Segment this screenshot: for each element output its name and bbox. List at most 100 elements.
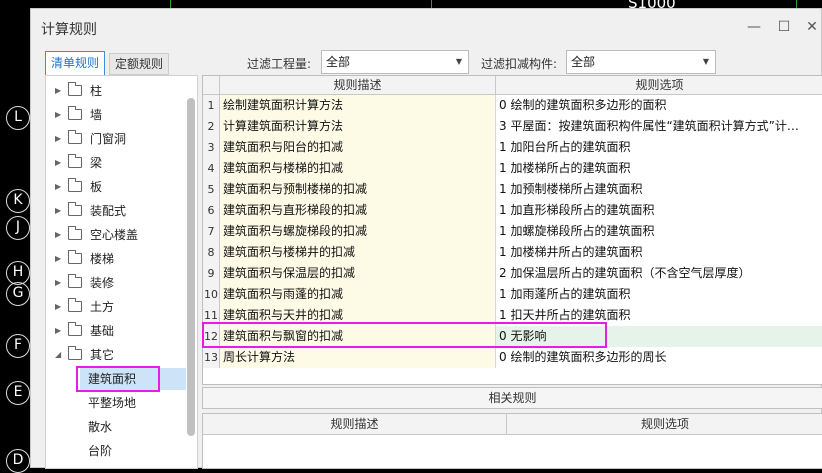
tree-child-steps[interactable]: 台阶 bbox=[88, 440, 112, 462]
tree-item-column[interactable]: ▶ 柱 bbox=[46, 80, 184, 102]
column-header-desc[interactable]: 规则描述 bbox=[220, 76, 496, 95]
rule-option-cell[interactable]: 3 平屋面：按建筑面积构件属性“建筑面积计算方式”计… bbox=[496, 116, 822, 137]
row-number: 2 bbox=[203, 116, 220, 137]
rule-description-cell: 计算建筑面积计算方法 bbox=[220, 116, 496, 137]
minimize-button[interactable]: — bbox=[743, 17, 765, 37]
tree-item-wall[interactable]: ▶ 墙 bbox=[46, 104, 184, 126]
tree-item-decoration[interactable]: ▶ 装修 bbox=[46, 272, 184, 294]
rule-description-cell: 建筑面积与预制楼梯的扣减 bbox=[220, 179, 496, 200]
tree-item-openings[interactable]: ▶ 门窗洞 bbox=[46, 128, 184, 150]
chevron-right-icon[interactable]: ▶ bbox=[55, 176, 61, 198]
tree-item-label: 楼梯 bbox=[90, 252, 115, 266]
tab-bill-rules[interactable]: 清单规则 bbox=[45, 51, 106, 76]
filter-quantity-select[interactable]: 全部 ▼ bbox=[321, 50, 469, 74]
rule-option-cell[interactable]: 0 绘制的建筑面积多边形的面积 bbox=[496, 95, 822, 116]
tree-item-slab[interactable]: ▶ 板 bbox=[46, 176, 184, 198]
rule-option-cell[interactable]: 1 加直形梯段所占的建筑面积 bbox=[496, 200, 822, 221]
rule-option-cell[interactable]: 1 加螺旋梯段所占的建筑面积 bbox=[496, 221, 822, 242]
tree-item-stairs[interactable]: ▶ 楼梯 bbox=[46, 248, 184, 270]
related-column-header-option[interactable]: 规则选项 bbox=[507, 414, 822, 435]
chevron-right-icon[interactable]: ▶ bbox=[55, 128, 61, 150]
axis-marker-k: K bbox=[6, 189, 30, 213]
column-header-option[interactable]: 规则选项 bbox=[496, 76, 822, 95]
tree-item-other[interactable]: ◢ 其它 bbox=[46, 344, 184, 366]
row-number: 12 bbox=[203, 326, 220, 347]
rule-description-cell: 建筑面积与飘窗的扣减 bbox=[220, 326, 496, 347]
table-row[interactable]: 7 建筑面积与螺旋梯段的扣减 1 加螺旋梯段所占的建筑面积 bbox=[203, 221, 822, 242]
table-row[interactable]: 12 建筑面积与飘窗的扣减 0 无影响 bbox=[203, 326, 822, 347]
chevron-right-icon[interactable]: ▶ bbox=[55, 200, 61, 222]
chevron-down-icon: ▼ bbox=[702, 57, 709, 66]
chevron-down-icon[interactable]: ◢ bbox=[55, 344, 61, 366]
tree-item-hollow-floor[interactable]: ▶ 空心楼盖 bbox=[46, 224, 184, 246]
rule-option-cell[interactable]: 1 加雨蓬所占的建筑面积 bbox=[496, 284, 822, 305]
row-number: 10 bbox=[203, 284, 220, 305]
chevron-right-icon[interactable]: ▶ bbox=[55, 80, 61, 102]
related-rules-bar[interactable]: 相关规则 bbox=[202, 387, 822, 409]
tree-child-apron[interactable]: 散水 bbox=[88, 416, 112, 438]
tree-item-label: 板 bbox=[90, 180, 103, 194]
table-row[interactable]: 1 绘制建筑面积计算方法 0 绘制的建筑面积多边形的面积 bbox=[203, 95, 822, 116]
rule-option-cell[interactable]: 1 加预制楼梯所占建筑面积 bbox=[496, 179, 822, 200]
rule-description-cell: 建筑面积与雨蓬的扣减 bbox=[220, 284, 496, 305]
table-row[interactable]: 3 建筑面积与阳台的扣减 1 加阳台所占的建筑面积 bbox=[203, 137, 822, 158]
maximize-button[interactable]: ☐ bbox=[773, 17, 795, 37]
table-row[interactable]: 13 周长计算方法 0 绘制的建筑面积多边形的周长 bbox=[203, 347, 822, 368]
chevron-right-icon[interactable]: ▶ bbox=[55, 248, 61, 270]
title-bar[interactable]: 计算规则 — ☐ ✕ bbox=[31, 9, 821, 45]
table-row[interactable]: 2 计算建筑面积计算方法 3 平屋面：按建筑面积构件属性“建筑面积计算方式”计… bbox=[203, 116, 822, 137]
chevron-right-icon[interactable]: ▶ bbox=[55, 320, 61, 342]
related-column-header-desc[interactable]: 规则描述 bbox=[203, 414, 507, 435]
table-row[interactable]: 8 建筑面积与楼梯井的扣减 1 加楼梯井所占的建筑面积 bbox=[203, 242, 822, 263]
tree-item-label: 土方 bbox=[90, 300, 115, 314]
rule-description-cell: 建筑面积与直形梯段的扣减 bbox=[220, 200, 496, 221]
row-number: 11 bbox=[203, 305, 220, 326]
filter-quantity-label: 过滤工程量: bbox=[247, 57, 312, 71]
folder-icon bbox=[68, 298, 82, 312]
table-row[interactable]: 10 建筑面积与雨蓬的扣减 1 加雨蓬所占的建筑面积 bbox=[203, 284, 822, 305]
chevron-right-icon[interactable]: ▶ bbox=[55, 224, 61, 246]
rule-option-cell[interactable]: 1 加楼梯井所占的建筑面积 bbox=[496, 242, 822, 263]
table-row[interactable]: 4 建筑面积与楼梯的扣减 1 加楼梯所占的建筑面积 bbox=[203, 158, 822, 179]
chevron-down-icon: ▼ bbox=[455, 57, 462, 66]
row-number: 8 bbox=[203, 242, 220, 263]
tree-item-beam[interactable]: ▶ 梁 bbox=[46, 152, 184, 174]
tree-child-building-area[interactable]: 建筑面积 bbox=[80, 368, 186, 390]
grid-corner bbox=[203, 76, 220, 95]
folder-icon bbox=[68, 274, 82, 288]
rule-option-cell[interactable]: 0 无影响 bbox=[496, 326, 822, 347]
rule-description-cell: 建筑面积与楼梯的扣减 bbox=[220, 158, 496, 179]
tree-item-earthwork[interactable]: ▶ 土方 bbox=[46, 296, 184, 318]
tree-item-prefab[interactable]: ▶ 装配式 bbox=[46, 200, 184, 222]
axis-marker-e: E bbox=[6, 381, 30, 405]
chevron-right-icon[interactable]: ▶ bbox=[55, 152, 61, 174]
rule-option-cell[interactable]: 2 加保温层所占的建筑面积（不含空气层厚度） bbox=[496, 263, 822, 284]
table-row[interactable]: 9 建筑面积与保温层的扣减 2 加保温层所占的建筑面积（不含空气层厚度） bbox=[203, 263, 822, 284]
tree-item-foundation[interactable]: ▶ 基础 bbox=[46, 320, 184, 342]
chevron-right-icon[interactable]: ▶ bbox=[55, 104, 61, 126]
rule-description-cell: 周长计算方法 bbox=[220, 347, 496, 368]
folder-icon bbox=[68, 106, 82, 120]
row-number: 5 bbox=[203, 179, 220, 200]
close-button[interactable]: ✕ bbox=[801, 17, 822, 37]
rule-option-cell[interactable]: 1 扣天井所占的建筑面积 bbox=[496, 305, 822, 326]
rule-option-cell[interactable]: 1 加楼梯所占的建筑面积 bbox=[496, 158, 822, 179]
chevron-right-icon[interactable]: ▶ bbox=[55, 272, 61, 294]
filter-deduct-select[interactable]: 全部 ▼ bbox=[566, 50, 716, 74]
grid-header: 规则描述 规则选项 bbox=[203, 76, 822, 95]
tree-child-site-leveling[interactable]: 平整场地 bbox=[88, 392, 136, 414]
row-number: 3 bbox=[203, 137, 220, 158]
tree-item-label: 基础 bbox=[90, 324, 115, 338]
rule-option-cell[interactable]: 0 绘制的建筑面积多边形的周长 bbox=[496, 347, 822, 368]
axis-marker-g: G bbox=[6, 282, 30, 306]
folder-icon bbox=[68, 130, 82, 144]
component-tree: ▶ 柱 ▶ 墙 ▶ 门窗洞 ▶ 梁 ▶ 板 ▶ 装配式 ▶ 空心楼盖 ▶ 楼梯 ▶ 装修 ▶ 土方 … bbox=[45, 75, 198, 469]
tab-quota-rules[interactable]: 定额规则 bbox=[109, 53, 170, 75]
table-row[interactable]: 5 建筑面积与预制楼梯的扣减 1 加预制楼梯所占建筑面积 bbox=[203, 179, 822, 200]
rule-option-cell[interactable]: 1 加阳台所占的建筑面积 bbox=[496, 137, 822, 158]
table-row[interactable]: 6 建筑面积与直形梯段的扣减 1 加直形梯段所占的建筑面积 bbox=[203, 200, 822, 221]
chevron-right-icon[interactable]: ▶ bbox=[55, 296, 61, 318]
tree-scrollbar[interactable] bbox=[187, 98, 195, 436]
folder-icon bbox=[68, 346, 82, 360]
table-row[interactable]: 11 建筑面积与天井的扣减 1 扣天井所占的建筑面积 bbox=[203, 305, 822, 326]
